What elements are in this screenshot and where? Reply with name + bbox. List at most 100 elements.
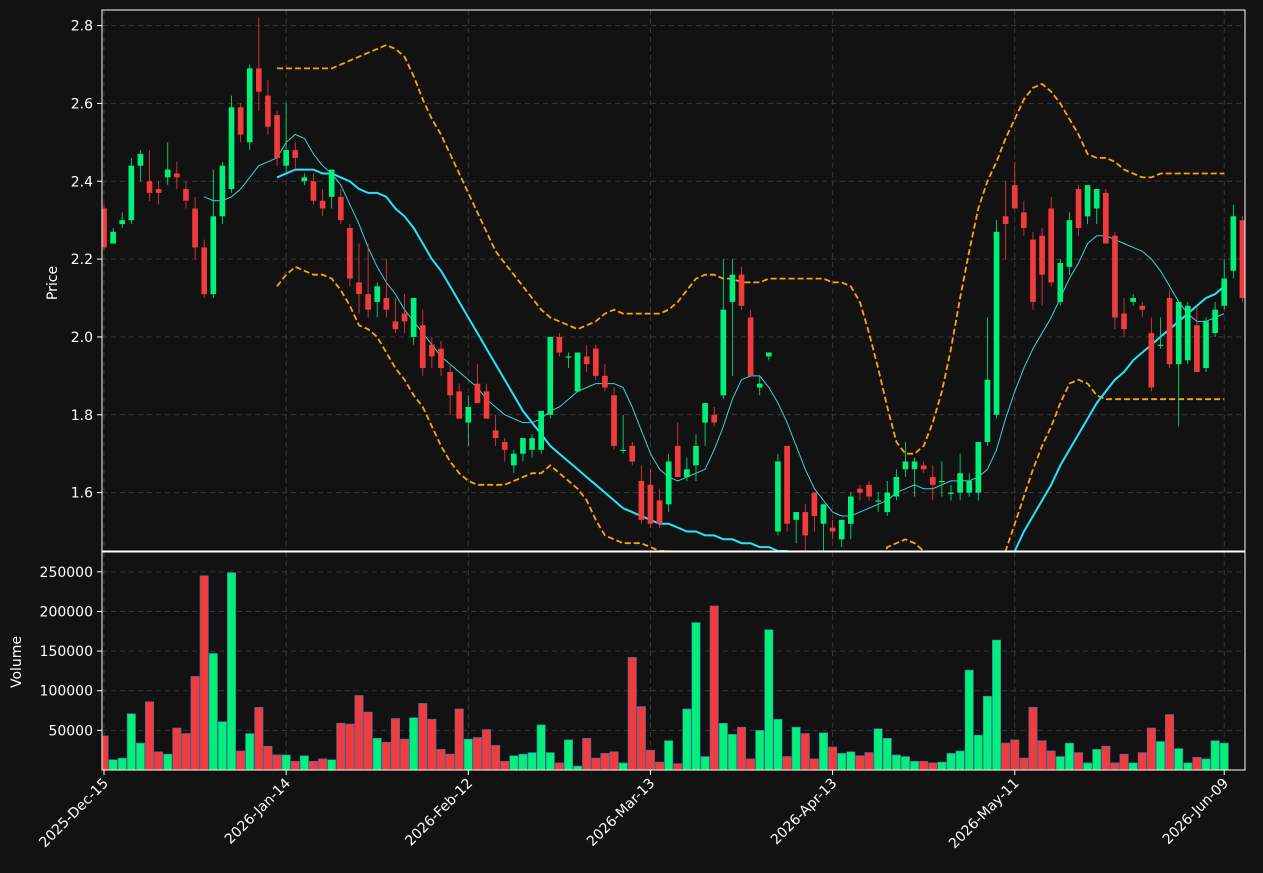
volume-bar <box>782 756 792 770</box>
candle <box>574 352 581 392</box>
volume-bar <box>737 726 747 770</box>
candle <box>993 220 1000 419</box>
candle-body <box>884 492 891 513</box>
volume-bar <box>664 740 674 770</box>
candle-body <box>766 352 772 357</box>
price-tick-label: 1.6 <box>71 486 93 502</box>
volume-bar <box>919 760 929 770</box>
volume-bar <box>308 760 318 770</box>
candle-body <box>511 453 517 466</box>
candle-body <box>146 181 153 193</box>
volume-bar <box>910 760 920 770</box>
volume-bar <box>1083 762 1093 770</box>
volume-bar <box>491 745 501 770</box>
candle-body <box>756 383 763 388</box>
candle-body <box>201 247 208 295</box>
volume-bar <box>281 754 291 770</box>
candle-body <box>747 317 754 376</box>
candle-body <box>1066 220 1073 267</box>
candle-body <box>192 208 198 248</box>
candle <box>246 64 253 151</box>
volume-bar <box>409 717 419 770</box>
volume-bar <box>482 729 492 770</box>
candle-body <box>1057 262 1064 302</box>
volume-bar <box>554 762 564 770</box>
volume-bar <box>691 622 701 770</box>
volume-bar <box>527 752 537 770</box>
volume-bar <box>236 750 246 770</box>
volume-bar <box>536 724 546 770</box>
candle-body <box>1121 313 1127 330</box>
candle-body <box>283 150 289 166</box>
volume-bar <box>1137 752 1147 770</box>
volume-bar <box>800 733 810 770</box>
volume-bar <box>636 706 646 770</box>
candle-body <box>1011 185 1018 209</box>
volume-bar <box>837 753 847 770</box>
price-axis-label: Price <box>45 266 61 300</box>
volume-bar <box>427 718 437 770</box>
candle-body <box>1130 298 1136 302</box>
candle-body <box>1230 216 1237 271</box>
candle-body <box>456 391 463 419</box>
volume-bar <box>372 737 382 770</box>
volume-bar <box>290 760 300 770</box>
candle-body <box>246 68 253 143</box>
volume-tick-label: 200000 <box>40 604 93 620</box>
candle-body <box>1030 239 1036 302</box>
candle-body <box>1203 321 1209 369</box>
candle-body <box>1039 235 1045 275</box>
price-tick-label: 1.8 <box>71 408 93 424</box>
volume-bar <box>1055 756 1065 770</box>
candle-body <box>128 165 135 221</box>
volume-bar <box>709 605 719 770</box>
volume-bar <box>682 708 692 770</box>
candle-body <box>957 473 963 493</box>
candle-body <box>438 348 444 369</box>
candle-body <box>274 115 280 158</box>
volume-bar <box>272 754 282 770</box>
volume-bar <box>254 707 264 770</box>
volume-bar <box>746 758 756 770</box>
candle-body <box>1048 208 1055 283</box>
candle-body <box>237 107 244 135</box>
price-tick-label: 2.2 <box>71 252 93 268</box>
candle-body <box>975 442 982 493</box>
volume-bar <box>718 722 728 770</box>
volume-bar <box>145 701 155 770</box>
volume-bar <box>764 629 774 770</box>
candle-body <box>611 395 617 446</box>
candle-body <box>629 445 636 462</box>
volume-bar <box>773 718 783 770</box>
volume-bar <box>1192 757 1202 770</box>
candle <box>347 224 353 287</box>
volume-bar <box>354 695 364 770</box>
candle <box>975 442 982 501</box>
candle-body <box>365 294 371 310</box>
volume-bar <box>135 742 145 770</box>
candle <box>547 336 554 419</box>
candle-body <box>155 189 162 193</box>
volume-bar <box>1174 748 1184 770</box>
candle-body <box>793 512 799 520</box>
volume-bar <box>227 572 236 770</box>
volume-bar <box>327 759 337 770</box>
volume-bar <box>518 753 528 770</box>
volume-bar <box>472 737 482 770</box>
candle-body <box>110 231 116 244</box>
volume-bar <box>1128 762 1138 770</box>
candle <box>228 95 235 193</box>
candle <box>1048 196 1055 287</box>
candle-body <box>356 282 362 295</box>
volume-bar <box>609 751 619 770</box>
volume-bar <box>1064 742 1074 770</box>
candle <box>775 453 781 536</box>
volume-bar <box>828 746 838 770</box>
volume-bar <box>964 669 974 770</box>
candle-body <box>529 438 535 450</box>
price-tick-label: 2.8 <box>71 19 93 35</box>
candle <box>592 344 599 380</box>
volume-bar <box>864 752 874 770</box>
candle-body <box>729 274 736 302</box>
volume-bar <box>1119 753 1129 770</box>
